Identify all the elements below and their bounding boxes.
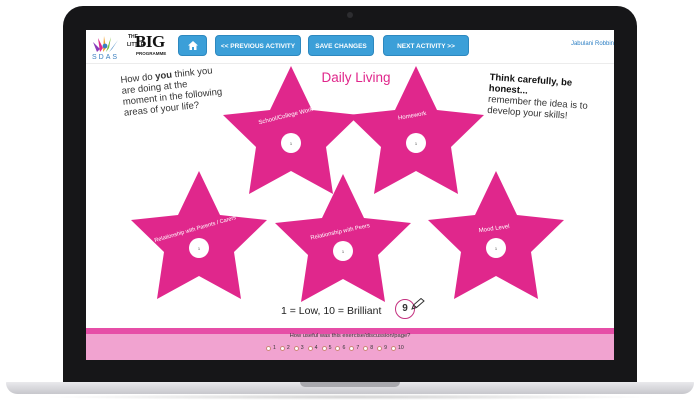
radio-icon[interactable] [363,345,369,351]
rating-option-label: 6 [342,345,346,351]
camera-dot [347,12,353,18]
rating-option[interactable]: 8 [363,345,373,351]
rating-option-label: 9 [384,345,388,351]
rating-option[interactable]: 6 [335,345,345,351]
star-mood-level[interactable]: Mood Level 1 [428,171,564,299]
rating-option[interactable]: 10 [391,345,404,351]
rating-option-label: 5 [328,345,332,351]
radio-icon[interactable] [349,345,355,351]
rating-option-label: 8 [370,345,374,351]
radio-icon[interactable] [377,345,383,351]
rating-option[interactable]: 7 [349,345,359,351]
star-homework[interactable]: Homework 1 [348,66,484,194]
scale-legend: 1 = Low, 10 = Brilliant [281,305,382,317]
rating-option-label: 4 [314,345,318,351]
rating-option-label: 3 [300,345,304,351]
radio-icon[interactable] [266,345,271,351]
rating-option-label: 2 [286,345,290,351]
star-school-work[interactable]: School/College Work 1 [223,66,359,194]
feedback-question: How useful was this exercise/discussion/… [289,333,411,339]
laptop-shadow [40,394,660,400]
feedback-options: 1 2 3 4 5 6 7 8 9 10 [266,345,404,351]
radio-icon[interactable] [293,345,299,351]
rating-option[interactable]: 4 [307,345,318,351]
radio-icon[interactable] [321,345,327,351]
rating-option-label: 1 [273,345,276,351]
rating-option[interactable]: 1 [266,345,276,351]
rating-option[interactable]: 2 [279,345,290,351]
radio-icon[interactable] [391,345,397,351]
rating-option[interactable]: 3 [293,345,304,351]
radio-icon[interactable] [279,345,285,351]
feedback-band: How useful was this exercise/discussion/… [86,328,614,360]
star-parents-carers[interactable]: Relationship with Parents / Carers 1 [131,171,267,299]
rating-option[interactable]: 9 [377,345,387,351]
radio-icon[interactable] [307,345,313,351]
rating-option-label: 10 [398,345,404,351]
rating-option[interactable]: 5 [321,345,332,351]
screen: SDAS THE LITTLE BIG PROGRAMME << PREVIOU… [86,30,614,360]
rating-option-label: 7 [356,345,360,351]
radio-icon[interactable] [335,345,341,351]
laptop-notch [300,382,400,387]
star-peers[interactable]: Relationship with Peers 1 [275,174,411,302]
pencil-icon [411,298,425,310]
